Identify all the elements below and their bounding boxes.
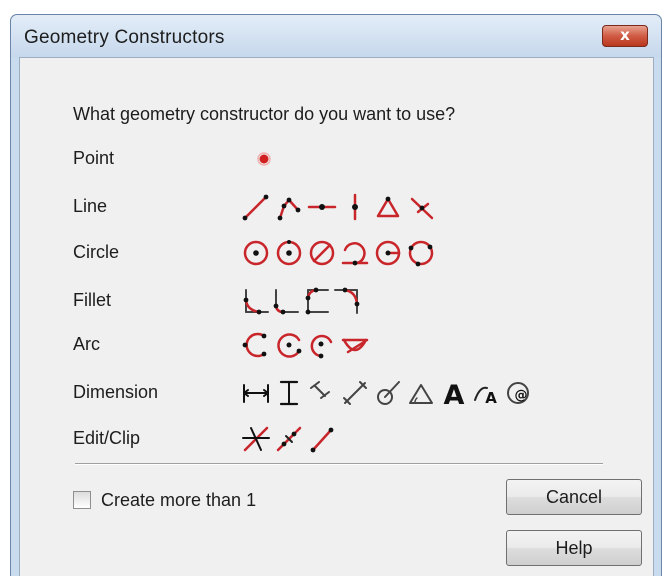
constructor-row-circle: Circle — [73, 236, 643, 270]
separator-line — [75, 463, 603, 465]
constructor-row-arc: Arc — [73, 328, 643, 362]
window-title: Geometry Constructors — [24, 27, 225, 48]
dialog-body: What geometry constructor do you want to… — [19, 57, 654, 576]
line-vertical-icon[interactable] — [340, 190, 370, 224]
row-label: Circle — [73, 242, 120, 262]
dimension-circle-text-icon[interactable]: @ — [505, 376, 535, 410]
fillet-trim-icon[interactable] — [271, 284, 301, 318]
dimension-parallel-icon[interactable] — [307, 376, 337, 410]
fillet-chain-icon[interactable] — [301, 284, 331, 318]
dimension-diagonal-icon[interactable] — [340, 376, 370, 410]
create-multiple-label[interactable]: Create more than 1 — [101, 490, 256, 511]
constructor-row-fillet: Fillet — [73, 284, 643, 318]
constructor-row-edit-clip: Edit/Clip — [73, 422, 643, 456]
circle-two-point-icon[interactable] — [373, 236, 403, 270]
dimension-radial-icon[interactable] — [373, 376, 403, 410]
edit-extend-icon[interactable] — [307, 422, 337, 456]
fillet-corner-icon[interactable] — [331, 284, 361, 318]
dimension-vertical-icon[interactable] — [274, 376, 304, 410]
dimension-angular-icon[interactable] — [406, 376, 436, 410]
row-label: Fillet — [73, 290, 112, 310]
row-label: Point — [73, 148, 115, 168]
cancel-button[interactable]: Cancel — [506, 479, 642, 515]
help-button[interactable]: Help — [506, 530, 642, 566]
circle-center-radius-icon[interactable] — [274, 236, 304, 270]
line-perpendicular-icon[interactable] — [406, 190, 436, 224]
edit-split-icon[interactable] — [274, 422, 304, 456]
arc-center-icon[interactable] — [274, 328, 304, 362]
circle-tangent-icon[interactable] — [340, 236, 370, 270]
row-label: Edit/Clip — [73, 428, 141, 448]
circle-diameter-icon[interactable] — [307, 236, 337, 270]
line-two-point-icon[interactable] — [241, 190, 271, 224]
dimension-arc-text-icon[interactable]: A — [472, 376, 502, 410]
create-multiple-checkbox[interactable] — [73, 491, 91, 509]
constructor-row-point: Point — [73, 142, 643, 176]
svg-text:@: @ — [515, 388, 528, 403]
row-label: Arc — [73, 334, 100, 354]
dimension-horizontal-icon[interactable] — [241, 376, 271, 410]
fillet-simple-icon[interactable] — [241, 284, 271, 318]
constructor-row-line: Line — [73, 190, 643, 224]
row-label: Line — [73, 196, 108, 216]
dialog-window: Geometry Constructors x What geometry co… — [10, 14, 662, 576]
arc-chord-icon[interactable] — [340, 328, 370, 362]
prompt-text: What geometry constructor do you want to… — [73, 104, 456, 124]
dimension-text-icon[interactable]: A — [439, 376, 469, 411]
title-bar[interactable]: Geometry Constructors x — [11, 15, 661, 57]
circle-three-point-icon[interactable] — [406, 236, 436, 270]
arc-tangent-icon[interactable] — [307, 328, 337, 362]
svg-text:A: A — [444, 380, 465, 411]
constructor-row-dimension: Dimension A A @ — [73, 376, 643, 411]
svg-text:A: A — [485, 389, 497, 407]
line-polyline-icon[interactable] — [274, 190, 304, 224]
row-label: Dimension — [73, 382, 159, 402]
circle-center-point-icon[interactable] — [241, 236, 271, 270]
point-dot-icon[interactable] — [249, 142, 279, 176]
close-button[interactable]: x — [602, 25, 648, 47]
edit-trim-icon[interactable] — [241, 422, 271, 456]
line-horizontal-icon[interactable] — [307, 190, 337, 224]
line-angle-icon[interactable] — [373, 190, 403, 224]
arc-three-point-icon[interactable] — [241, 328, 271, 362]
